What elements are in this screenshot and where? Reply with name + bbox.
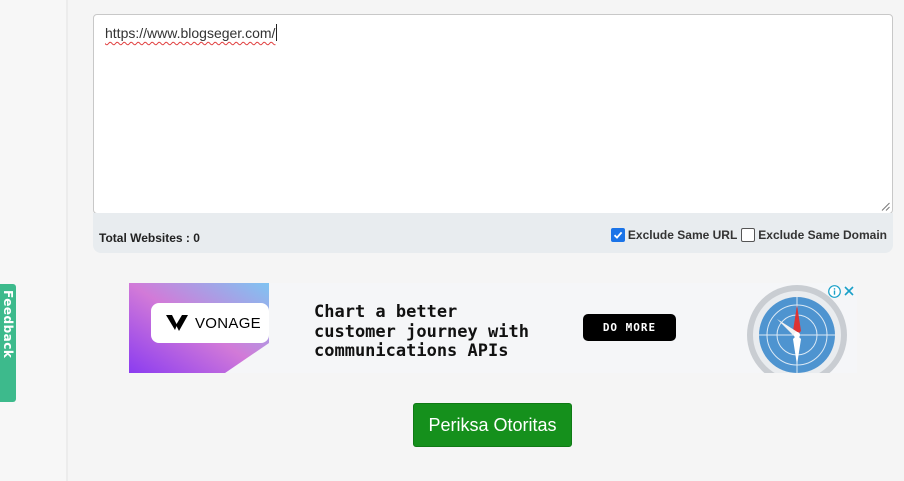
ad-headline: Chart a better customer journey with com… [314,302,584,362]
ad-choices-icon[interactable] [828,285,841,298]
feedback-tab[interactable]: Feedback [0,284,16,402]
check-authority-button[interactable]: Periksa Otoritas [413,403,572,447]
left-rail [0,0,68,481]
ad-headline-line: customer journey with [314,321,529,342]
url-textarea-value: https://www.blogseger.com/ [105,25,276,41]
feedback-tab-label: Feedback [1,290,15,359]
url-options-bar: Total Websites : 0 Exclude Same URL Excl… [93,213,893,253]
exclude-same-domain-label[interactable]: Exclude Same Domain [758,228,887,242]
vonage-v-icon [166,315,188,331]
checkmark-icon [613,231,623,239]
ad-cta-button[interactable]: DO MORE [583,314,676,341]
url-textarea[interactable]: https://www.blogseger.com/ [93,14,893,214]
text-caret [276,24,278,41]
ad-brand: VONAGE [195,314,261,332]
exclude-same-url-label[interactable]: Exclude Same URL [628,228,737,242]
exclude-options: Exclude Same URL Exclude Same Domain [610,228,887,242]
exclude-same-domain-checkbox[interactable] [741,228,756,242]
ad-close-icon[interactable] [843,285,855,297]
vonage-logo: VONAGE [151,303,269,343]
advertisement-banner[interactable]: VONAGE Chart a better customer journey w… [129,283,857,373]
resize-grip-icon[interactable] [881,202,890,211]
exclude-same-url-checkbox[interactable] [610,228,625,242]
left-rail-divider [66,0,68,481]
ad-headline-line: communications APIs [314,341,509,361]
total-websites-count: Total Websites : 0 [99,231,200,245]
ad-headline-line: Chart a better [314,302,458,322]
